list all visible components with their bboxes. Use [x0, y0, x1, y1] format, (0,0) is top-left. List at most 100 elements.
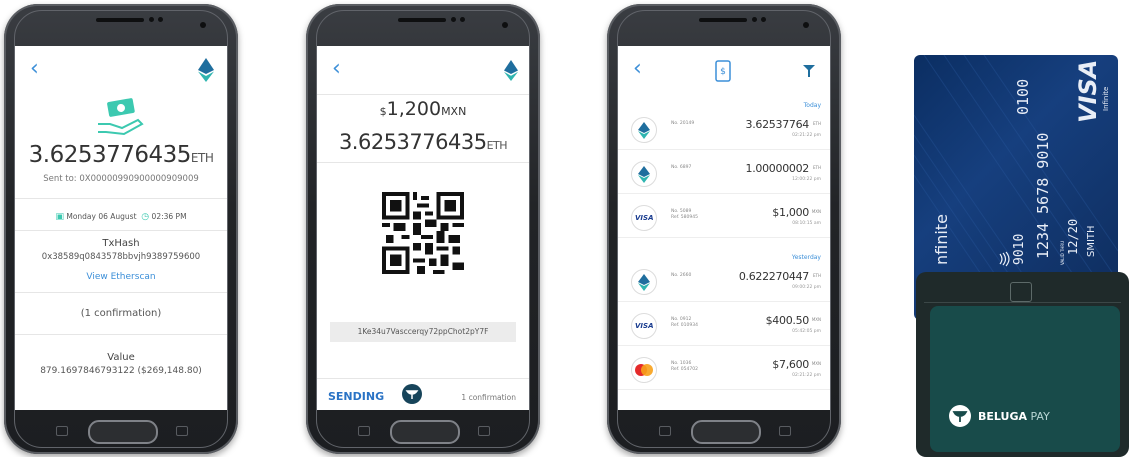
tx-no: No. 20149: [671, 121, 695, 126]
ethereum-icon: [631, 161, 657, 187]
screen-transaction-history: ‹ $ Today No. 20149 3.62537764 ETH 02:21:22…: [617, 46, 831, 410]
transaction-amount: $7,600: [772, 358, 809, 371]
tx-no: No. 0912: [671, 317, 692, 322]
transaction-time: 02:21:22 pm: [792, 373, 821, 378]
section-today: Today: [803, 102, 821, 109]
transaction-number: No. 5089 Ref. 580945: [671, 209, 698, 221]
transaction-row[interactable]: VISA No. 5089 Ref. 580945 $1,000 MXN 08:10:15…: [617, 198, 831, 238]
divider: [617, 301, 831, 302]
speaker: [96, 18, 144, 22]
tx-ref: Ref. 580945: [671, 215, 698, 220]
tx-no: No. 6897: [671, 165, 692, 170]
clock-icon: ◷: [141, 212, 150, 222]
transaction-time: 05:42:05 pm: [792, 329, 821, 334]
home-button[interactable]: [390, 420, 460, 444]
transaction-amount: 0.622270447: [738, 270, 809, 283]
transaction-currency: MXN: [811, 361, 821, 366]
visa-icon: VISA: [631, 205, 657, 231]
recent-apps-key: [358, 426, 370, 436]
txhash-value: 0x38589q0843578bbvjh9389759600: [41, 252, 201, 262]
view-etherscan-link[interactable]: View Etherscan: [14, 272, 228, 282]
ethereum-icon: [504, 60, 518, 81]
ethereum-icon: [631, 269, 657, 295]
transaction-time: 12:00:22 pm: [792, 177, 821, 182]
divider: [14, 334, 228, 335]
brand-bold: BELUGA: [978, 410, 1027, 423]
sensor: [761, 17, 766, 22]
divider: [316, 94, 530, 95]
eth-unit: ETH: [486, 139, 508, 152]
divider: [617, 345, 831, 346]
speaker: [398, 18, 446, 22]
transaction-time: 09:00:22 pm: [792, 285, 821, 290]
fiat-symbol: $: [379, 105, 387, 118]
transaction-number: No. 2660: [671, 273, 691, 279]
cash-hand-icon: [98, 98, 144, 136]
transaction-row[interactable]: VISA No. 0912 Ref. 010934 $400.50 MXN 05:42:0…: [617, 306, 831, 346]
receipt-icon[interactable]: $: [715, 60, 731, 82]
time: 02:36 PM: [151, 212, 187, 221]
card-infinite-text: nfinite: [932, 214, 951, 265]
divider: [617, 389, 831, 390]
divider: [617, 149, 831, 150]
front-camera: [200, 22, 206, 28]
transaction-amount: $400.50: [765, 314, 810, 327]
transaction-currency: ETH: [813, 121, 821, 126]
divider: [14, 198, 228, 199]
divider: [617, 237, 831, 238]
fiat-value: 1,200: [386, 98, 442, 120]
recent-apps-key: [659, 426, 671, 436]
divider: [14, 292, 228, 293]
transaction-currency: ETH: [813, 165, 821, 170]
sending-status: SENDING: [328, 390, 385, 403]
transaction-number: No. 6897: [671, 165, 691, 171]
ethereum-icon: [198, 58, 214, 82]
value-amount: 879.1697846793122 ($269,148.80): [40, 366, 202, 376]
fiat-currency: MXN: [441, 105, 467, 118]
divider: [617, 193, 831, 194]
back-icon[interactable]: ‹: [332, 58, 341, 80]
transaction-row[interactable]: No. 1036 Ref. 054702 $7,600 MXN 02:21:22 pm: [617, 350, 831, 390]
transaction-row[interactable]: No. 2660 0.622270447 ETH 09:00:22 pm: [617, 262, 831, 302]
beluga-pay-card: BELUGA PAY: [930, 306, 1120, 452]
phone-2: ‹ $1,200MXN 3.6253776435ETH 1Ke34u7Vascc…: [306, 4, 540, 454]
transaction-number: No. 0912 Ref. 010934: [671, 317, 698, 329]
phone-3: ‹ $ Today No. 20149 3.62537764 ETH 02:21:22…: [607, 4, 841, 454]
back-key: [478, 426, 490, 436]
home-button[interactable]: [691, 420, 761, 444]
transaction-currency: MXN: [811, 317, 821, 322]
card-number: 1234 5678 9010: [1034, 132, 1052, 259]
screen-send-qr: ‹ $1,200MXN 3.6253776435ETH 1Ke34u7Vascc…: [316, 46, 530, 410]
front-camera: [502, 22, 508, 28]
reader-slot: [1010, 282, 1032, 302]
transaction-row[interactable]: No. 6897 1.00000002 ETH 12:00:22 pm: [617, 154, 831, 194]
screen-transaction-detail: ‹ 3.6253776435ETH Sent to: 0X00000990900…: [14, 46, 228, 410]
beluga-logo-icon: [402, 384, 422, 404]
beluga-pay-brand: BELUGA PAY: [978, 410, 1050, 423]
fiat-amount: $1,200MXN: [316, 98, 530, 120]
sensor: [451, 17, 456, 22]
transaction-number: No. 1036 Ref. 054702: [671, 361, 698, 373]
back-icon[interactable]: ‹: [30, 58, 39, 80]
txhash-label: TxHash: [102, 238, 140, 249]
date-time: ▣ Monday 06 August ◷ 02:36 PM: [14, 212, 228, 222]
card-expiry: 12/20: [1066, 218, 1080, 255]
transaction-row[interactable]: No. 20149 3.62537764 ETH 02:21:22 pm: [617, 110, 831, 150]
card-digits-mid: 9010: [1012, 233, 1027, 265]
amount: 3.6253776435ETH: [14, 142, 228, 168]
home-button[interactable]: [88, 420, 158, 444]
ethereum-icon: [631, 117, 657, 143]
transaction-currency: ETH: [813, 273, 821, 278]
card-digits-top: 0100: [1014, 78, 1032, 115]
transaction-time: 08:10:15 am: [792, 221, 821, 226]
recipient-address: Sent to: 0X00000990900000909009: [43, 174, 199, 184]
section-yesterday: Yesterday: [791, 254, 821, 261]
back-icon[interactable]: ‹: [633, 58, 642, 80]
tx-ref: Ref. 054702: [671, 367, 698, 372]
sensor: [460, 17, 465, 22]
filter-icon[interactable]: [803, 64, 815, 78]
wallet-address[interactable]: 1Ke34u7Vasccerqy72ppChot2pY7F: [330, 322, 516, 342]
tx-ref: Ref. 010934: [671, 323, 698, 328]
amount-value: 3.6253776435: [28, 142, 192, 168]
divider: [316, 162, 530, 163]
